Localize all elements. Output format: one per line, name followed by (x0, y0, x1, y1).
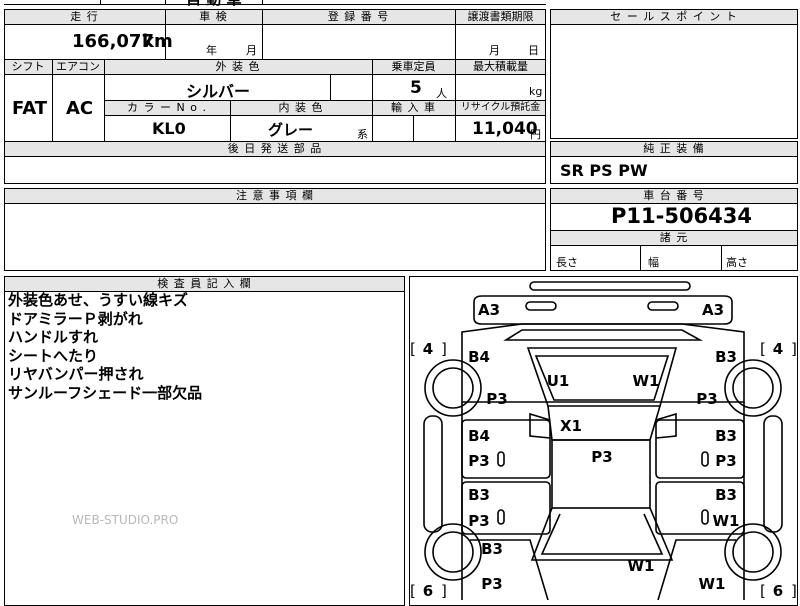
damage-label: P3 (591, 448, 613, 466)
notes-label: 注 意 事 項 欄 (236, 189, 314, 202)
damage-label: B3 (481, 540, 503, 558)
width-label: 幅 (648, 256, 659, 269)
chassis-label: 車 台 番 号 (643, 189, 705, 202)
damage-label: B4 (468, 427, 490, 445)
capacity-label: 乗車定員 (391, 60, 436, 73)
damage-label: P3 (481, 575, 503, 593)
damage-label: W1 (698, 575, 726, 593)
equipment-label: 純 正 装 備 (643, 142, 705, 155)
interior-suffix: 系 (357, 128, 368, 141)
transfer-label: 譲渡書類期限 (467, 10, 534, 23)
top-strip: 自 動 車 (0, 0, 800, 9)
damage-label: A3 (477, 301, 501, 319)
tire-mark-rear-left: 6 (422, 582, 434, 600)
max-load-label: 最大積載量 (473, 60, 528, 73)
damage-label: P3 (696, 390, 718, 408)
damage-label: P3 (486, 390, 508, 408)
interior-value: グレー (268, 121, 314, 139)
damage-label: B4 (468, 348, 490, 366)
length-label: 長さ (556, 256, 578, 269)
inspector-notes: 外装色あせ、うすい線キズ ドアミラーＰ剥がれ ハンドルすれ シートへたり リヤバ… (8, 291, 202, 402)
equipment-value: SR PS PW (560, 161, 648, 180)
damage-label: B3 (715, 348, 737, 366)
year-unit: 年 (206, 44, 217, 57)
color-no-value: KL0 (152, 119, 186, 138)
damage-label: W1 (712, 512, 740, 530)
shipping-parts-label: 後 日 発 送 部 品 (227, 142, 323, 155)
import-label: 輸 入 車 (391, 101, 436, 114)
inspector-label: 検 査 員 記 入 欄 (157, 277, 252, 290)
recycle-value: 11,040 (472, 119, 538, 139)
top-partial-title: 自 動 車 (186, 0, 241, 9)
color-no-label: カ ラ ー N o . (127, 101, 207, 114)
month-unit: 月 (246, 44, 257, 57)
sales-point-label: セ ー ル ス ポ イ ン ト (610, 10, 738, 23)
aircon-label: エアコン (56, 60, 100, 73)
sales-point-box (550, 9, 798, 139)
recycle-unit: 円 (530, 128, 541, 141)
tire-mark-front-right: 4 (772, 340, 784, 358)
damage-label: W1 (627, 557, 655, 575)
inspector-note: 外装色あせ、うすい線キズ (8, 291, 189, 309)
damage-label: B3 (715, 486, 737, 504)
height-label: 高さ (726, 256, 748, 269)
damage-label: B3 (715, 427, 737, 445)
watermark: WEB-STUDIO.PRO (72, 513, 179, 527)
max-load-unit: kg (529, 85, 543, 98)
damage-label: U1 (546, 372, 570, 390)
inspector-note: ハンドルすれ (8, 328, 99, 346)
mileage-label: 走 行 (70, 10, 99, 23)
exterior-label: 外 装 色 (215, 60, 261, 73)
shift-label: シフト (11, 60, 45, 73)
inspection-label: 車 検 (199, 10, 228, 23)
damage-label: X1 (559, 417, 583, 435)
inspector-note: リヤバンパー押され (8, 365, 144, 383)
inspector-note: サンルーフシェード一部欠品 (8, 383, 203, 402)
exterior-value: シルバー (186, 82, 251, 101)
tire-mark-rear-right: 6 (772, 582, 784, 600)
damage-label: B3 (468, 486, 490, 504)
inspector-note: シートへたり (8, 346, 99, 365)
aircon-value: AC (66, 98, 94, 119)
interior-label: 内 装 色 (278, 101, 324, 114)
chassis-value: P11-506434 (611, 204, 753, 228)
damage-label: P3 (468, 452, 490, 470)
shift-value: FAT (12, 98, 48, 119)
dims-label: 諸 元 (659, 231, 689, 244)
capacity-unit: 人 (436, 87, 447, 100)
transfer-day: 日 (528, 44, 539, 57)
capacity-value: 5 (410, 78, 422, 98)
inspector-note: ドアミラーＰ剥がれ (8, 309, 143, 328)
transfer-month: 月 (489, 44, 500, 57)
tire-mark-front-left: 4 (422, 340, 434, 358)
recycle-label: リサイクル預託金 (460, 102, 541, 113)
damage-label: A3 (701, 301, 725, 319)
registration-label: 登 録 番 号 (327, 10, 390, 23)
damage-label: P3 (468, 512, 490, 530)
mileage-unit: km (142, 31, 173, 52)
damage-label: P3 (715, 452, 737, 470)
damage-label: W1 (632, 372, 660, 390)
